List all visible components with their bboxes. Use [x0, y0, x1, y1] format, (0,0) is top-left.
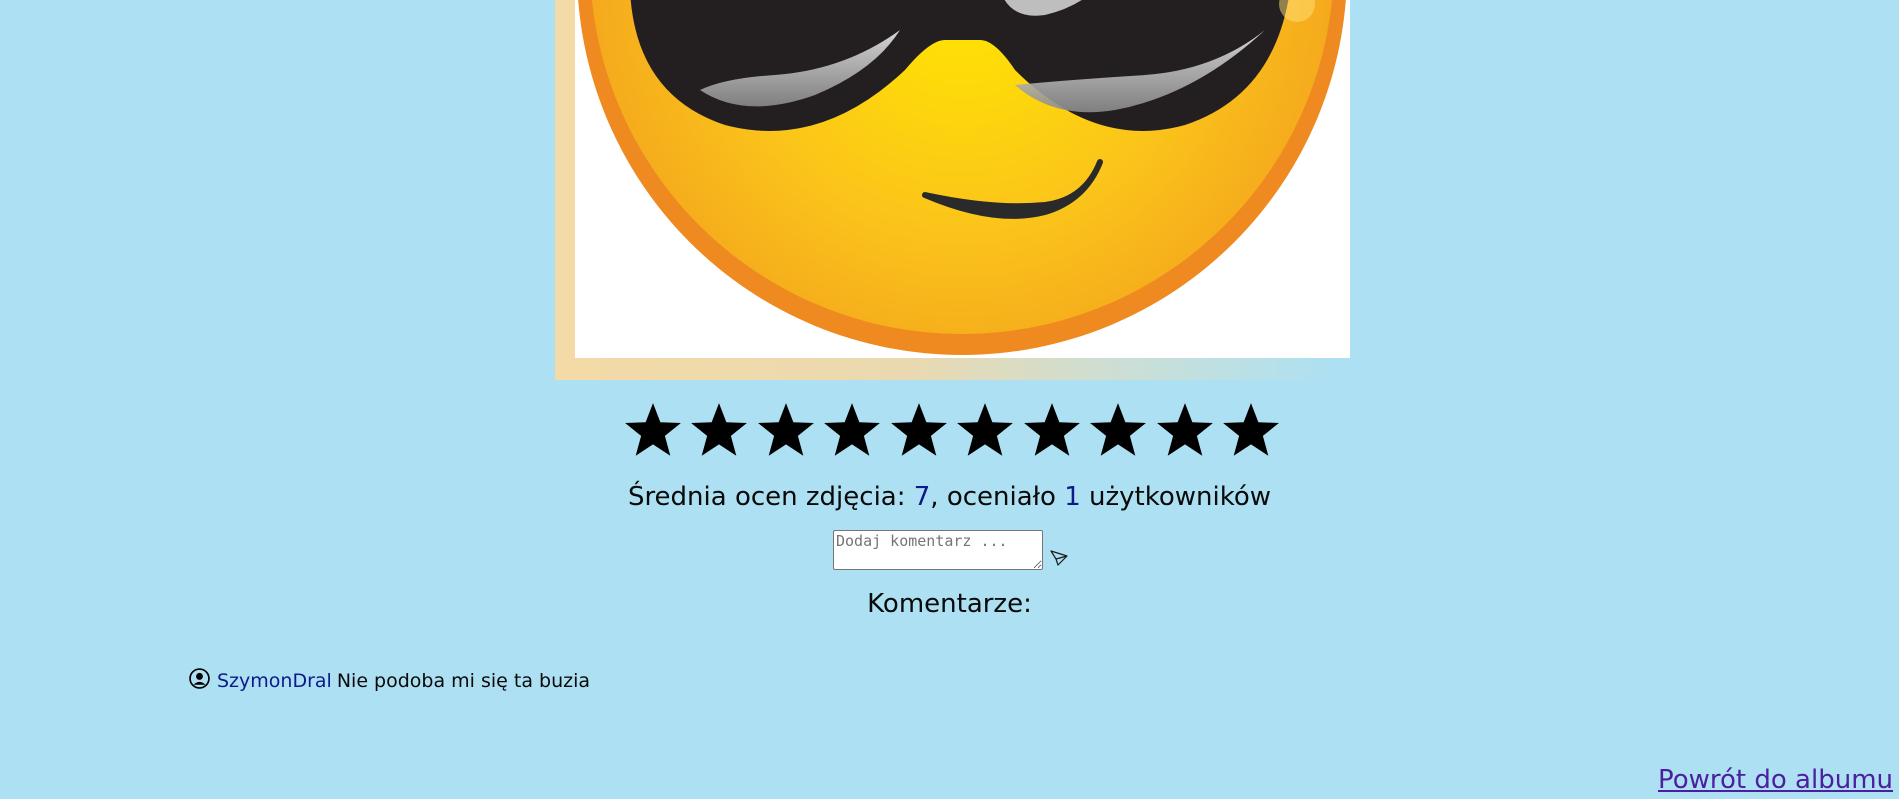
rating-average: 7: [913, 482, 931, 512]
rating-count: 1: [1064, 482, 1081, 512]
photo-image: [575, 0, 1350, 358]
comment-item: SzymonDral Nie podoba mi się ta buzia: [189, 667, 591, 692]
star-icon[interactable]: [1087, 400, 1149, 462]
back-to-album-link[interactable]: Powrót do albumu: [1658, 765, 1893, 795]
star-icon[interactable]: [888, 400, 950, 462]
rating-summary: Średnia ocen zdjęcia: 7, oceniało 1 użyt…: [0, 482, 1899, 512]
comment-author[interactable]: SzymonDral: [217, 670, 332, 692]
comment-form: [833, 530, 1069, 570]
rating-middle: , oceniało: [930, 482, 1065, 512]
rating-suffix: użytkowników: [1080, 482, 1272, 512]
star-icon[interactable]: [1220, 400, 1282, 462]
send-icon: [1050, 550, 1068, 566]
rating-stars: [622, 400, 1282, 462]
user-circle-icon: [189, 667, 210, 689]
star-icon[interactable]: [821, 400, 883, 462]
comment-input[interactable]: [833, 530, 1043, 570]
sunglasses-emoji-image: [578, 0, 1346, 355]
send-button[interactable]: [1049, 550, 1069, 568]
star-icon[interactable]: [622, 400, 684, 462]
comment-text: Nie podoba mi się ta buzia: [336, 670, 591, 692]
star-icon[interactable]: [755, 400, 817, 462]
comments-heading: Komentarze:: [867, 589, 1032, 619]
star-icon[interactable]: [954, 400, 1016, 462]
star-icon[interactable]: [1021, 400, 1083, 462]
rating-prefix: Średnia ocen zdjęcia:: [627, 482, 914, 512]
star-icon[interactable]: [1154, 400, 1216, 462]
star-icon[interactable]: [688, 400, 750, 462]
